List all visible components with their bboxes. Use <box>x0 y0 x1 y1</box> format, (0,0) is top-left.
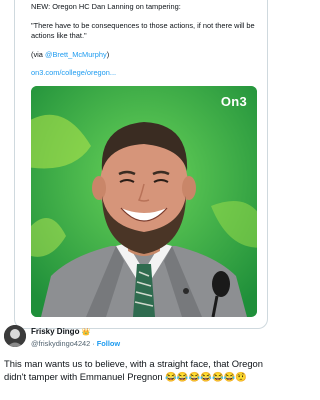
author-name[interactable]: Frisky Dingo 👑 <box>31 327 90 336</box>
author-handle-row: @friskydingo4242 · Follow <box>31 339 120 348</box>
tweet-text: This man wants us to believe, with a str… <box>4 358 263 382</box>
on3-logo-text: On3 <box>220 94 247 109</box>
avatar[interactable] <box>4 325 26 347</box>
article-photo[interactable]: On3 <box>31 86 257 317</box>
crown-icon: 👑 <box>81 329 91 336</box>
via-handle-link[interactable]: @Brett_McMurphy <box>45 50 107 59</box>
author-name-text[interactable]: Frisky Dingo <box>31 327 79 336</box>
separator-dot: · <box>92 339 95 348</box>
via-suffix: ) <box>106 50 110 59</box>
quoted-tweet-quote: "There have to be consequences to those … <box>31 21 255 40</box>
article-link[interactable]: on3.com/college/oregon... <box>31 68 116 78</box>
quoted-tweet-via: (via @Brett_McMurphy) <box>31 50 109 60</box>
follow-button[interactable]: Follow <box>97 339 120 348</box>
quoted-tweet-headline: NEW: Oregon HC Dan Lanning on tampering: <box>31 2 181 11</box>
quoted-tweet-card[interactable]: NEW: Oregon HC Dan Lanning on tampering:… <box>14 0 268 329</box>
author-handle[interactable]: @friskydingo4242 <box>31 339 90 348</box>
avatar-image <box>4 325 26 347</box>
on3-logo: On3 <box>221 94 247 109</box>
coach-photo-illustration <box>31 86 257 317</box>
via-prefix: (via <box>31 50 45 59</box>
